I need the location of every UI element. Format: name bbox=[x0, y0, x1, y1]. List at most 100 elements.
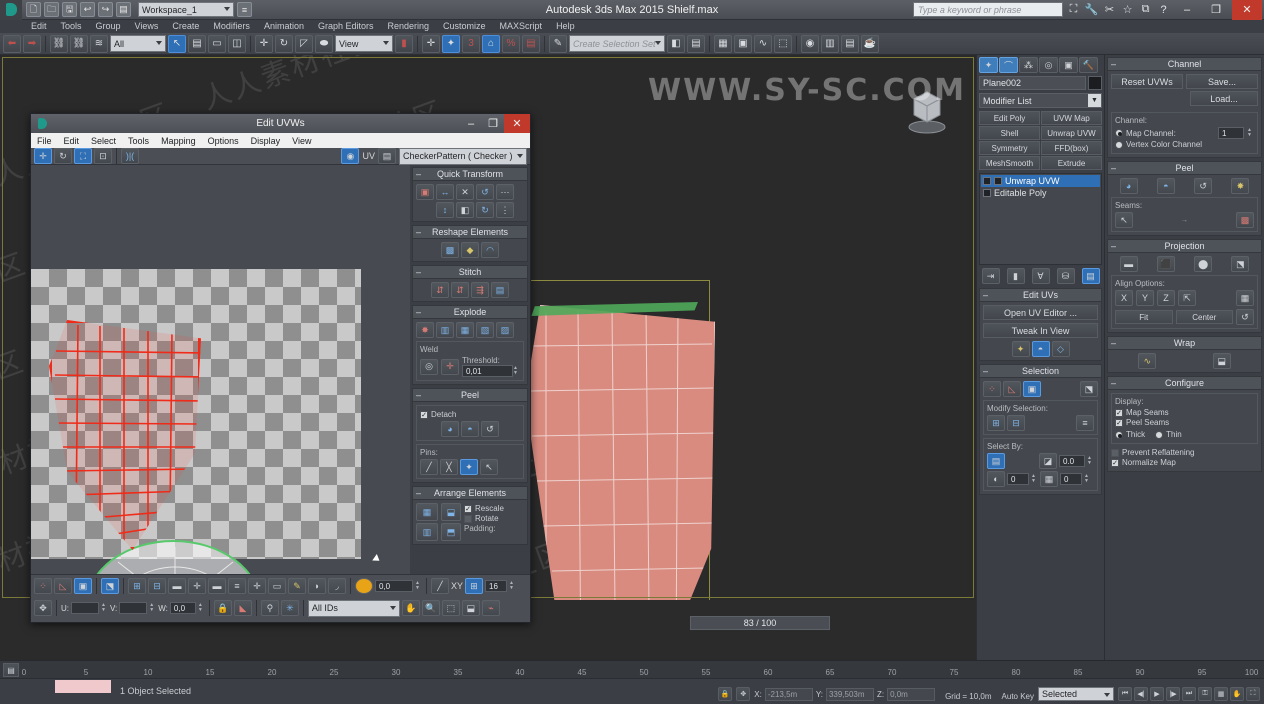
absolute-rotate-icon[interactable] bbox=[355, 578, 373, 594]
face-subobject-icon[interactable]: ▣ bbox=[74, 578, 92, 594]
map-channel-input[interactable]: 1 bbox=[1218, 127, 1244, 139]
map-channel-radio[interactable] bbox=[1115, 129, 1123, 137]
grid-size-input[interactable]: 16 bbox=[485, 580, 508, 592]
material-id-input[interactable]: 0 bbox=[1007, 473, 1029, 485]
prevent-reflattening-row[interactable]: ✓ Prevent Reflattening bbox=[1111, 448, 1258, 457]
filter-faces-icon[interactable]: ◣ bbox=[233, 600, 252, 616]
align-y-button[interactable]: Y bbox=[1136, 290, 1154, 306]
shrink-ring-icon[interactable]: ▭ bbox=[268, 578, 286, 594]
element-subobject-icon[interactable]: ⬔ bbox=[101, 578, 119, 594]
spinner-snap-icon[interactable]: % bbox=[502, 34, 520, 53]
rollout-header[interactable]: – Arrange Elements bbox=[413, 487, 527, 500]
explode-by-angle-icon[interactable]: ✸ bbox=[416, 322, 434, 338]
peel-mode-icon[interactable]: ◓ bbox=[1031, 341, 1050, 357]
rectangular-selection-region-icon[interactable]: ▭ bbox=[208, 34, 226, 53]
edge-icon[interactable]: ◺ bbox=[1003, 381, 1021, 397]
edge-selection-to-seam-icon[interactable]: ↖ bbox=[1115, 212, 1133, 228]
make-unique-icon[interactable]: ∀ bbox=[1031, 268, 1050, 284]
expand-icon[interactable] bbox=[983, 189, 991, 197]
face-icon[interactable]: ▣ bbox=[1023, 381, 1041, 397]
configure-modifier-sets-icon[interactable]: ▤ bbox=[1081, 268, 1100, 284]
quick-peel-icon[interactable]: ◕ bbox=[441, 421, 459, 437]
modifier-button-extrude[interactable]: Extrude bbox=[1041, 156, 1102, 170]
selection-filter-dropdown[interactable]: All bbox=[110, 35, 166, 52]
align-x-button[interactable]: X bbox=[1115, 290, 1133, 306]
vertex-subobject-icon[interactable]: ⁘ bbox=[34, 578, 52, 594]
unpin-icon[interactable]: ╳ bbox=[440, 459, 458, 475]
search-all-icon[interactable]: ⛶ bbox=[1066, 2, 1081, 17]
stack-item-editable-poly[interactable]: Editable Poly bbox=[981, 187, 1100, 199]
pan-view-icon[interactable]: ✋ bbox=[1230, 687, 1244, 701]
map-channel-row[interactable]: Map Channel: 1 ▲ ▼ bbox=[1115, 127, 1254, 139]
select-and-rotate-icon[interactable]: ↻ bbox=[275, 34, 293, 53]
load-button[interactable]: Load... bbox=[1190, 91, 1258, 106]
expand-ring-icon[interactable]: ✛ bbox=[248, 578, 266, 594]
brush-options-icon[interactable]: ◞ bbox=[328, 578, 346, 594]
search-input[interactable]: Type a keyword or phrase bbox=[913, 2, 1063, 17]
thin-radio[interactable] bbox=[1155, 430, 1164, 439]
rendered-frame-window-icon[interactable]: ▤ bbox=[841, 34, 859, 53]
exchange-icon[interactable]: ⧉ bbox=[1138, 2, 1153, 17]
material-id-icon[interactable]: ◐ bbox=[987, 471, 1005, 487]
vertex-icon[interactable]: ⁘ bbox=[983, 381, 1001, 397]
bind-to-space-warp-icon[interactable]: ≋ bbox=[90, 34, 108, 53]
named-selection-move-icon[interactable]: ✛ bbox=[422, 34, 440, 53]
rollout-header[interactable]: – Configure bbox=[1108, 377, 1261, 390]
menu-item-create[interactable]: Create bbox=[165, 20, 206, 33]
peel-seams-row[interactable]: ✓ Peel Seams bbox=[1115, 418, 1254, 427]
help-icon[interactable]: ? bbox=[1156, 2, 1171, 17]
pan-icon[interactable]: ✋ bbox=[401, 600, 420, 616]
next-frame-icon[interactable]: |▶ bbox=[1166, 687, 1180, 701]
edge-subobject-icon[interactable]: ◺ bbox=[54, 578, 72, 594]
redo-icon[interactable]: ↪ bbox=[98, 2, 113, 17]
undo-icon[interactable]: ↩ bbox=[80, 2, 95, 17]
close-button[interactable]: ✕ bbox=[1232, 0, 1262, 20]
smoothing-group-icon[interactable]: ▦ bbox=[1040, 471, 1058, 487]
rotate-angle-spinner[interactable]: ▲ ▼ bbox=[415, 581, 422, 591]
remove-modifier-icon[interactable]: ⛁ bbox=[1056, 268, 1075, 284]
u-input[interactable] bbox=[71, 602, 99, 614]
uvw-menu-options[interactable]: Options bbox=[202, 136, 245, 146]
thin-radio-row[interactable]: Thin bbox=[1155, 430, 1182, 439]
reference-coordinate-dropdown[interactable]: View bbox=[335, 35, 393, 52]
timeline-ruler[interactable]: ▤ 0 5 10 15 20 25 30 35 40 45 50 55 60 6… bbox=[0, 660, 1264, 678]
modifier-button-symmetry[interactable]: Symmetry bbox=[979, 141, 1040, 155]
scale-icon[interactable]: ⛶ bbox=[74, 148, 92, 164]
detach-checkbox-row[interactable]: ✓ Detach bbox=[420, 410, 520, 419]
menu-item-edit[interactable]: Edit bbox=[24, 20, 54, 33]
brush-size-icon[interactable]: ◗ bbox=[308, 578, 326, 594]
schematic-view-icon[interactable]: ⬚ bbox=[774, 34, 792, 53]
w-input[interactable]: 0,0 bbox=[169, 602, 196, 614]
paint-select-icon[interactable]: ✎ bbox=[288, 578, 306, 594]
go-to-start-icon[interactable]: ⏮ bbox=[1118, 687, 1132, 701]
grow-selection-icon[interactable]: ⊞ bbox=[128, 578, 146, 594]
rotate-icon[interactable]: ↻ bbox=[54, 148, 72, 164]
modifier-button-uvw-map[interactable]: UVW Map bbox=[1041, 111, 1102, 125]
planar-map-icon[interactable]: ▬ bbox=[1119, 256, 1138, 272]
uv-canvas[interactable] bbox=[31, 165, 410, 574]
stitch-diagonal-icon[interactable]: ⇶ bbox=[471, 282, 489, 298]
select-and-move-icon[interactable]: ✛ bbox=[255, 34, 273, 53]
go-to-end-icon[interactable]: ⏭ bbox=[1182, 687, 1196, 701]
menu-item-help[interactable]: Help bbox=[549, 20, 582, 33]
maximize-button[interactable]: ❐ bbox=[1203, 0, 1229, 20]
rollout-header[interactable]: – Quick Transform bbox=[413, 168, 527, 181]
edit-named-selection-icon[interactable]: ▤ bbox=[522, 34, 540, 53]
explode-by-face-icon[interactable]: ▧ bbox=[476, 322, 494, 338]
box-map-icon[interactable]: ⬔ bbox=[1231, 256, 1250, 272]
wrench-icon[interactable]: 🔧 bbox=[1084, 2, 1099, 17]
rescale-checkbox[interactable]: ✓ bbox=[464, 504, 472, 513]
snap-toggle-icon[interactable]: ⌁ bbox=[481, 600, 500, 616]
texture-map-dropdown[interactable]: CheckerPattern ( Checker ) bbox=[399, 147, 527, 165]
explode-by-element-icon[interactable]: ▨ bbox=[496, 322, 514, 338]
key-mode-icon[interactable]: ⚿ bbox=[1198, 687, 1212, 701]
peel-reset-icon[interactable]: ↺ bbox=[481, 421, 499, 437]
stack-item-unwrap-uvw[interactable]: Unwrap UVW bbox=[981, 175, 1100, 187]
lightbulb-icon[interactable] bbox=[983, 177, 991, 185]
rescale-checkbox-row[interactable]: ✓ Rescale bbox=[464, 504, 524, 513]
menu-item-tools[interactable]: Tools bbox=[54, 20, 89, 33]
align-z-button[interactable]: Z bbox=[1157, 290, 1175, 306]
uvw-menu-mapping[interactable]: Mapping bbox=[155, 136, 202, 146]
zoom-icon[interactable]: 🔍 bbox=[421, 600, 440, 616]
named-selection-sets-icon[interactable]: ✎ bbox=[549, 34, 567, 53]
